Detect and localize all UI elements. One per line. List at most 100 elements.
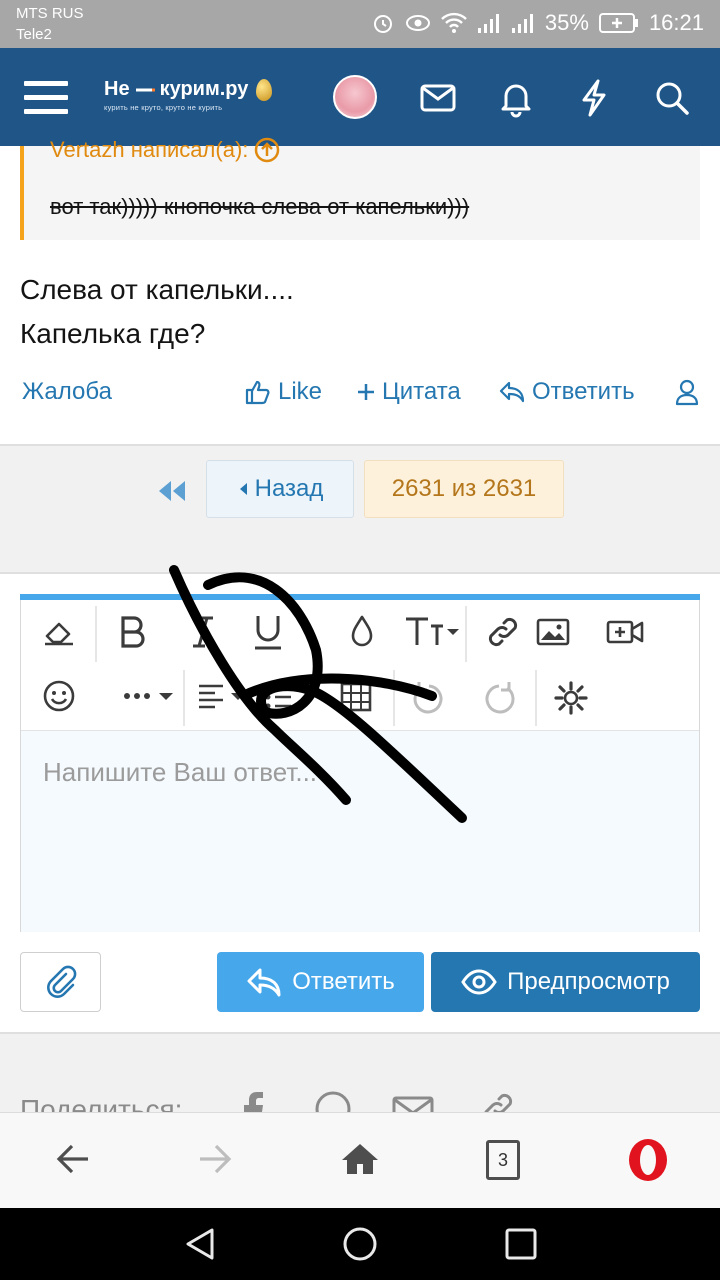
carrier-name-2: Tele2 xyxy=(16,26,52,43)
post-line-2: Капелька где? xyxy=(20,318,206,349)
video-icon[interactable] xyxy=(605,614,645,650)
report-link[interactable]: Жалоба xyxy=(22,378,112,406)
redo-icon[interactable] xyxy=(481,680,517,716)
link-share-icon[interactable] xyxy=(478,1088,518,1114)
opera-menu-icon[interactable] xyxy=(626,1137,670,1183)
facebook-icon[interactable] xyxy=(240,1090,266,1114)
emoji-icon[interactable] xyxy=(41,678,77,714)
logo-text-2: курим.ру xyxy=(159,78,249,100)
battery-icon xyxy=(598,13,638,33)
underline-icon[interactable] xyxy=(251,612,285,652)
tabs-button[interactable]: 3 xyxy=(486,1140,520,1180)
clock: 16:21 xyxy=(648,10,704,35)
user-button[interactable] xyxy=(674,378,700,406)
email-share-icon[interactable] xyxy=(392,1094,434,1114)
whatsapp-icon[interactable] xyxy=(314,1090,352,1114)
table-icon[interactable] xyxy=(339,680,373,714)
signal-icon xyxy=(477,14,499,33)
quote-block: Vertazh написал(а): вот так))))) кнопочк… xyxy=(20,137,700,240)
gear-icon[interactable] xyxy=(553,680,589,716)
color-drop-icon[interactable] xyxy=(347,614,377,650)
thumbs-up-icon xyxy=(245,380,270,405)
toolbar-separator xyxy=(535,670,537,726)
post-body: Слева от капельки.... Капелька где? xyxy=(20,268,294,356)
share-section: Поделиться: xyxy=(0,1034,720,1114)
site-logo[interactable]: Не курим.ру курить не круто, круто не ку… xyxy=(104,78,273,112)
page-indicator[interactable]: 2631 из 2631 xyxy=(364,460,564,518)
message-placeholder: Напишите Ваш ответ... xyxy=(43,757,318,787)
paperclip-icon xyxy=(46,965,76,998)
user-icon xyxy=(675,379,699,406)
reply-label: Ответить xyxy=(532,378,635,405)
toolbar-separator xyxy=(465,606,467,662)
reply-editor: Напишите Ваш ответ... xyxy=(20,594,700,932)
italic-icon[interactable] xyxy=(187,614,219,650)
reply-link[interactable]: Ответить xyxy=(498,378,635,406)
plus-icon xyxy=(358,384,374,400)
quote-author-text: Vertazh написал(а): xyxy=(50,137,249,162)
site-header: Не курим.ру курить не круто, круто не ку… xyxy=(0,48,720,146)
arrow-up-circle-icon xyxy=(255,137,280,163)
back-label: Назад xyxy=(254,475,324,502)
back-button[interactable]: Назад xyxy=(206,460,354,518)
wifi-icon xyxy=(441,12,467,33)
attach-button[interactable] xyxy=(20,952,101,1012)
more-options-icon[interactable] xyxy=(121,682,177,710)
toolbar-separator xyxy=(95,606,97,662)
eye-comfort-icon xyxy=(405,15,430,31)
search-icon[interactable] xyxy=(652,78,692,118)
toolbar-separator xyxy=(393,670,395,726)
back-arrow-icon[interactable] xyxy=(54,1139,92,1179)
nav-home-icon[interactable] xyxy=(342,1226,378,1262)
quote-author[interactable]: Vertazh написал(а): xyxy=(50,137,280,163)
eye-icon xyxy=(461,969,497,995)
carrier-name-1: MTS RUS xyxy=(16,5,84,22)
bold-icon[interactable] xyxy=(117,614,149,650)
bolt-icon[interactable] xyxy=(574,78,614,118)
share-label: Поделиться: xyxy=(20,1094,183,1114)
pagination: Назад 2631 из 2631 xyxy=(0,446,720,572)
reply-icon xyxy=(499,381,525,403)
avatar[interactable] xyxy=(333,75,377,119)
nav-recents-icon[interactable] xyxy=(504,1226,538,1262)
logo-text-1: Не xyxy=(104,78,130,100)
quote-label: Цитата xyxy=(382,378,461,405)
divider xyxy=(0,572,720,574)
alarm-icon xyxy=(373,15,392,33)
status-bar: MTS RUS Tele2 35% 16:21 xyxy=(0,0,720,48)
message-input[interactable]: Напишите Ваш ответ... xyxy=(21,730,699,932)
eraser-icon[interactable] xyxy=(41,614,77,650)
home-icon[interactable] xyxy=(340,1139,380,1179)
cigarette-icon xyxy=(135,88,155,91)
bell-icon[interactable] xyxy=(496,78,536,118)
menu-icon[interactable] xyxy=(24,81,68,115)
undo-icon[interactable] xyxy=(411,680,447,716)
mail-icon[interactable] xyxy=(418,78,458,118)
text-size-icon[interactable] xyxy=(403,614,461,650)
submit-reply-button[interactable]: Ответить xyxy=(217,952,424,1012)
nav-back-icon[interactable] xyxy=(182,1226,218,1262)
image-icon[interactable] xyxy=(535,614,571,650)
system-nav-bar xyxy=(0,1208,720,1280)
report-label: Жалоба xyxy=(22,378,112,405)
logo-tagline: курить не круто, круто не курить xyxy=(104,103,223,112)
preview-button[interactable]: Предпросмотр xyxy=(431,952,700,1012)
align-icon[interactable] xyxy=(197,682,253,712)
first-page-icon[interactable] xyxy=(156,478,188,504)
list-icon[interactable] xyxy=(263,680,307,714)
battery-percent: 35% xyxy=(544,10,589,35)
like-button[interactable]: Like xyxy=(244,378,322,406)
forward-arrow-icon[interactable] xyxy=(196,1139,234,1179)
browser-toolbar: 3 xyxy=(0,1112,720,1208)
post-line-1: Слева от капельки.... xyxy=(20,274,294,305)
like-label: Like xyxy=(278,378,323,405)
post-actions: Жалоба Like Цитата Ответить xyxy=(0,378,720,418)
link-icon[interactable] xyxy=(483,612,523,652)
quote-text: вот так))))) кнопочка слева от капельки)… xyxy=(50,194,470,219)
golden-egg-icon xyxy=(256,78,273,101)
reply-icon xyxy=(247,968,281,997)
quote-button[interactable]: Цитата xyxy=(356,378,461,406)
signal-2-icon xyxy=(511,14,533,33)
caret-left-icon xyxy=(239,483,247,495)
toolbar-separator xyxy=(183,670,185,726)
